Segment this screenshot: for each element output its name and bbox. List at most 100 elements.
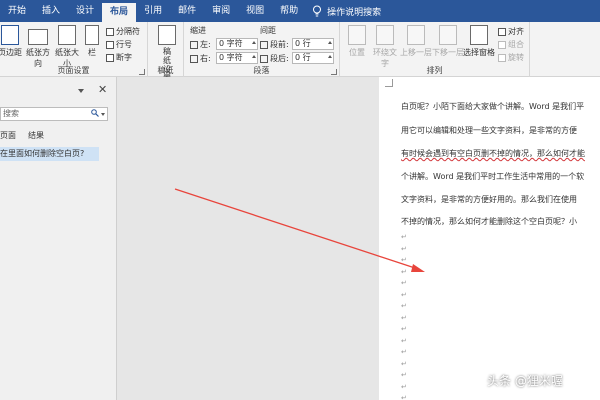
- indent-right-spinner[interactable]: 0 字符: [216, 52, 258, 64]
- tell-me-search[interactable]: 操作说明搜索: [312, 5, 381, 18]
- tab-help[interactable]: 帮助: [272, 0, 306, 22]
- paragraph-mark: ↵: [401, 394, 407, 400]
- hyphenation-button[interactable]: 断字: [106, 52, 132, 63]
- group-icon: [498, 40, 506, 49]
- tab-review[interactable]: 审阅: [204, 0, 238, 22]
- selection-pane-label: 选择窗格: [463, 48, 495, 57]
- paragraph-mark: ↵: [401, 256, 407, 264]
- indent-left-label: 左:: [190, 39, 211, 50]
- align-icon: [498, 27, 506, 36]
- rotate-button[interactable]: 旋转: [498, 52, 524, 63]
- paragraph-mark: ↵: [401, 371, 407, 379]
- tab-layout[interactable]: 布局: [102, 3, 137, 22]
- group-button[interactable]: 组合: [498, 39, 524, 50]
- document-line[interactable]: 不掉的情况，那么如何才能删除这个空白页呢？小: [401, 216, 577, 227]
- page-setup-group-label: 页面设置: [57, 66, 90, 75]
- selection-pane-icon: [470, 25, 488, 45]
- spacing-after-text: 段后:: [270, 54, 289, 63]
- wrap-text-button[interactable]: 环绕文字: [370, 25, 400, 69]
- paragraph-mark: ↵: [401, 279, 407, 287]
- columns-icon: [85, 25, 99, 45]
- line-numbers-label: 行号: [116, 40, 132, 49]
- document-line[interactable]: 白页呢？小陌下面给大家做个讲解。Word 是我们平: [401, 101, 584, 112]
- position-button[interactable]: 位置: [344, 25, 370, 58]
- paragraph-mark: ↵: [401, 382, 407, 391]
- margins-label: 页边距: [0, 48, 22, 57]
- document-line[interactable]: 个讲解。Word 是我们平时工作生活中常用的一个软: [401, 171, 584, 182]
- rotate-label: 旋转: [508, 53, 524, 62]
- document-line[interactable]: 文字资料，是非常的方便好用的。那么我们在使用: [401, 194, 577, 205]
- indent-right-label: 右:: [190, 53, 211, 64]
- ribbon: 页边距 纸张方向 纸张大小 栏 分隔符 行号 断字 页面设置 稿纸设 稿纸 缩进…: [0, 22, 600, 83]
- indent-right-text: 右:: [200, 54, 211, 63]
- send-backward-label: 下移一层: [432, 48, 464, 57]
- paragraph-mark: ↵: [401, 336, 407, 345]
- indent-left-icon: [190, 40, 198, 49]
- size-button[interactable]: 纸张大小: [53, 25, 81, 69]
- selection-pane-button[interactable]: 选择窗格: [462, 25, 496, 58]
- tab-insert[interactable]: 插入: [34, 0, 68, 22]
- paragraph-mark: ↵: [401, 267, 407, 276]
- tab-mailings[interactable]: 邮件: [170, 0, 204, 22]
- spacing-after-label: 段后:: [260, 53, 289, 64]
- draft-paper-group: 稿纸设置 稿纸: [148, 22, 184, 83]
- indent-left-text: 左:: [200, 40, 211, 49]
- draft-paper-icon: [158, 25, 176, 45]
- page-corner-marker: [385, 79, 393, 87]
- document-line[interactable]: 用它可以编辑和处理一些文字资料，是非常的方便: [401, 125, 577, 136]
- spacing-before-icon: [260, 40, 268, 49]
- spacing-after-spinner[interactable]: 0 行: [292, 52, 334, 64]
- tab-results[interactable]: 结果: [28, 130, 44, 141]
- columns-button[interactable]: 栏: [84, 25, 100, 58]
- paragraph-mark: ↵: [401, 325, 407, 333]
- navigation-search-placeholder: 搜索: [3, 109, 19, 118]
- indent-left-spinner[interactable]: 0 字符: [216, 38, 258, 50]
- document-line[interactable]: 有时候会遇到有空白页删不掉的情况，那么如何才能: [401, 148, 585, 159]
- ribbon-tab-bar: 开始 插入 设计 布局 引用 邮件 审阅 视图 帮助 操作说明搜索: [0, 0, 600, 22]
- paragraph-mark: ↵: [401, 359, 407, 368]
- bring-forward-button[interactable]: 上移一层: [400, 25, 432, 58]
- paragraph-mark: ↵: [401, 348, 407, 356]
- paragraph-group-label: 段落: [253, 66, 270, 75]
- spacing-before-spinner[interactable]: 0 行: [292, 38, 334, 50]
- paragraph-dialog-launcher[interactable]: [331, 69, 337, 75]
- watermark: 头条 @狸米喔: [487, 374, 563, 388]
- search-icon[interactable]: [91, 109, 99, 117]
- paragraph-group: 缩进 间距 左: 0 字符 右: 0 字符 段前: 0 行 段后: 0 行 段落: [184, 22, 340, 77]
- breaks-button[interactable]: 分隔符: [106, 26, 140, 37]
- wrap-text-icon: [376, 25, 394, 45]
- line-numbers-button[interactable]: 行号: [106, 39, 132, 50]
- paragraph-mark: ↵: [401, 244, 407, 253]
- orientation-button[interactable]: 纸张方向: [24, 25, 52, 69]
- search-result-item[interactable]: 在里面如何删除空白页?: [0, 147, 99, 161]
- spacing-before-label: 段前:: [260, 39, 289, 50]
- tab-design[interactable]: 设计: [68, 0, 102, 22]
- tab-references[interactable]: 引用: [136, 0, 170, 22]
- line-numbers-icon: [106, 40, 114, 49]
- pane-options-chevron-icon[interactable]: [78, 89, 84, 93]
- spacing-before-text: 段前:: [270, 40, 289, 49]
- align-label: 对齐: [508, 27, 524, 36]
- document-page[interactable]: 白页呢？小陌下面给大家做个讲解。Word 是我们平 用它可以编辑和处理一些文字资…: [379, 77, 600, 400]
- draft-group-label: 稿纸: [157, 66, 174, 75]
- arrange-group-label: 排列: [426, 66, 443, 75]
- indent-title: 缩进: [190, 26, 206, 35]
- navigation-search-input[interactable]: 搜索: [0, 107, 108, 121]
- tab-home[interactable]: 开始: [0, 0, 34, 22]
- breaks-label: 分隔符: [116, 27, 140, 36]
- page-setup-dialog-launcher[interactable]: [139, 69, 145, 75]
- search-options-dropdown-icon[interactable]: [101, 113, 105, 116]
- tell-me-label: 操作说明搜索: [327, 7, 382, 18]
- paragraph-mark: ↵: [401, 302, 407, 310]
- paragraph-mark: ↵: [401, 313, 407, 322]
- lightbulb-icon: [313, 5, 322, 17]
- spacing-title: 间距: [260, 26, 276, 35]
- send-backward-button[interactable]: 下移一层: [432, 25, 464, 58]
- tab-view[interactable]: 视图: [238, 0, 272, 22]
- margins-button[interactable]: 页边距: [0, 25, 24, 58]
- tab-pages[interactable]: 页面: [0, 130, 16, 141]
- align-button[interactable]: 对齐: [498, 26, 524, 37]
- spacing-after-icon: [260, 54, 268, 63]
- close-icon[interactable]: ✕: [98, 83, 107, 96]
- paragraph-mark: ↵: [401, 290, 407, 299]
